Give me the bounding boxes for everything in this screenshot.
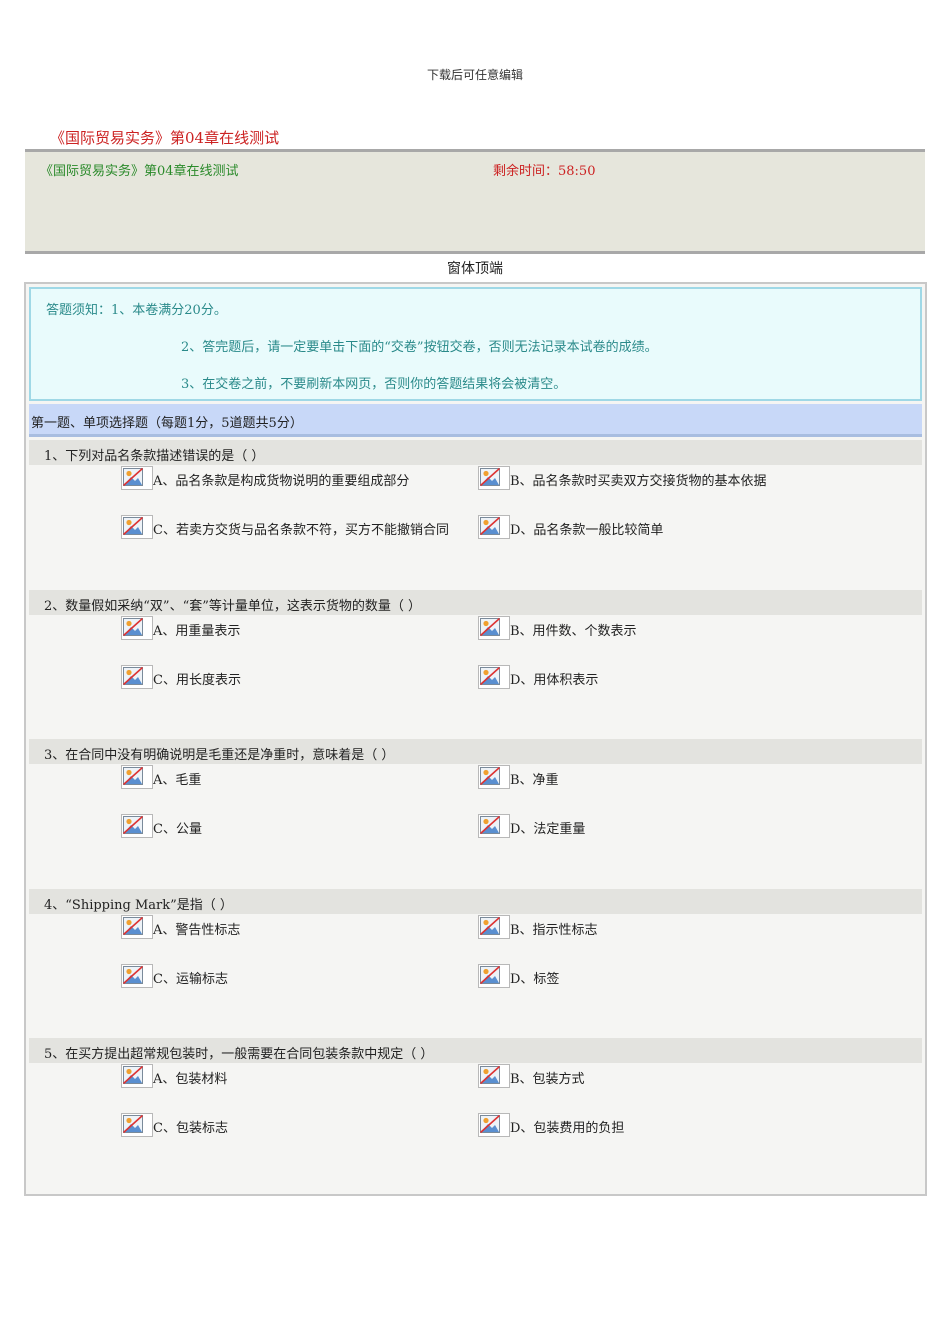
option-d[interactable]: D、标签 — [478, 963, 560, 988]
question-5: 5、在买方提出超常规包装时，一般需要在合同包装条款中规定（ ） A、包装材料 B、包… — [29, 1038, 922, 1187]
option-label: A、警告性标志 — [153, 922, 241, 938]
broken-image-icon[interactable] — [478, 664, 510, 689]
broken-image-icon[interactable] — [478, 963, 510, 988]
option-label: A、用重量表示 — [153, 623, 241, 639]
instructions-panel: 答题须知：1、本卷满分20分。 2、答完题后，请一定要单击下面的“交卷”按钮交卷… — [29, 287, 922, 401]
doc-title: 《国际贸易实务》第04章在线测试 — [50, 129, 280, 147]
broken-image-icon[interactable] — [121, 1113, 153, 1137]
instruction-line: 答题须知：1、本卷满分20分。 — [46, 303, 227, 318]
remaining-time: 剩余时间：58:50 — [493, 164, 596, 179]
option-label: C、运输标志 — [153, 971, 228, 987]
broken-image-icon[interactable] — [478, 466, 510, 490]
broken-image-icon[interactable] — [121, 1064, 153, 1088]
option-c[interactable]: C、运输标志 — [121, 963, 228, 988]
broken-image-icon[interactable] — [478, 765, 510, 789]
broken-image-icon[interactable] — [478, 914, 510, 939]
broken-image-icon[interactable] — [121, 914, 153, 939]
option-label: A、品名条款是构成货物说明的重要组成部分 — [153, 474, 410, 489]
option-label: D、品名条款一般比较简单 — [510, 523, 664, 538]
question-1: 1、下列对品名条款描述错误的是（ ） A、品名条款是构成货物说明的重要组成部分 B、… — [29, 440, 922, 589]
option-a[interactable]: A、用重量表示 — [121, 615, 241, 640]
broken-image-icon[interactable] — [121, 515, 153, 539]
option-label: C、用长度表示 — [153, 672, 241, 688]
option-label: A、包装材料 — [153, 1072, 228, 1087]
question-header: 3、在合同中没有明确说明是毛重还是净重时，意味着是（ ） — [29, 739, 922, 764]
header-note: 下载后可任意编辑 — [426, 68, 523, 82]
question-header: 4、“Shipping Mark”是指（ ） — [29, 888, 922, 914]
option-label: C、公量 — [153, 822, 202, 837]
option-a[interactable]: A、包装材料 — [121, 1064, 227, 1088]
option-label: B、净重 — [510, 773, 559, 788]
question-2: 2、数量假如采纳“双”、“套”等计量单位，这表示货物的数量（ ） A、用重量表示 B… — [29, 589, 922, 739]
question-3: 3、在合同中没有明确说明是毛重还是净重时，意味着是（ ） A、毛重 B、净重 C、公量… — [29, 739, 922, 888]
broken-image-icon[interactable] — [121, 765, 153, 789]
broken-image-icon[interactable] — [478, 1113, 510, 1137]
option-label: B、包装方式 — [510, 1072, 585, 1087]
option-b[interactable]: B、包装方式 — [478, 1064, 585, 1088]
option-b[interactable]: B、用件数、个数表示 — [478, 615, 637, 640]
broken-image-icon[interactable] — [121, 664, 153, 689]
broken-image-icon[interactable] — [121, 466, 153, 490]
broken-image-icon[interactable] — [121, 615, 153, 640]
option-label: A、毛重 — [153, 773, 202, 788]
option-label: D、包装费用的负担 — [510, 1121, 625, 1136]
broken-image-icon[interactable] — [121, 814, 153, 838]
option-b[interactable]: B、指示性标志 — [478, 914, 598, 939]
form-top-label: 窗体顶端 — [447, 261, 503, 277]
option-c[interactable]: C、用长度表示 — [121, 664, 241, 689]
question-text: 2、数量假如采纳“双”、“套”等计量单位，这表示货物的数量（ ） — [44, 598, 421, 614]
question-4: 4、“Shipping Mark”是指（ ） A、警告性标志 B、指示性标志 C、运输… — [29, 888, 922, 1038]
question-text: 3、在合同中没有明确说明是毛重还是净重时，意味着是（ ） — [44, 748, 395, 763]
question-text: 5、在买方提出超常规包装时，一般需要在合同包装条款中规定（ ） — [44, 1047, 434, 1062]
question-header: 2、数量假如采纳“双”、“套”等计量单位，这表示货物的数量（ ） — [29, 589, 922, 615]
broken-image-icon[interactable] — [478, 615, 510, 640]
option-d[interactable]: D、法定重量 — [478, 814, 585, 838]
option-label: C、包装标志 — [153, 1121, 228, 1136]
instruction-line: 2、答完题后，请一定要单击下面的“交卷”按钮交卷，否则无法记录本试卷的成绩。 — [181, 340, 658, 355]
option-a[interactable]: A、品名条款是构成货物说明的重要组成部分 — [121, 466, 409, 490]
test-title: 《国际贸易实务》第04章在线测试 — [40, 164, 239, 179]
option-c[interactable]: C、公量 — [121, 814, 202, 838]
broken-image-icon[interactable] — [478, 515, 510, 539]
option-a[interactable]: A、毛重 — [121, 765, 201, 789]
question-header: 5、在买方提出超常规包装时，一般需要在合同包装条款中规定（ ） — [29, 1038, 922, 1063]
instruction-line: 3、在交卷之前，不要刷新本网页，否则你的答题结果将会被清空。 — [181, 377, 567, 392]
option-c[interactable]: C、包装标志 — [121, 1113, 228, 1137]
option-b[interactable]: B、品名条款时买卖双方交接货物的基本依据 — [478, 466, 767, 490]
question-text: 4、“Shipping Mark”是指（ ） — [44, 897, 233, 913]
broken-image-icon[interactable] — [478, 1064, 510, 1088]
broken-image-icon[interactable] — [121, 963, 153, 988]
option-a[interactable]: A、警告性标志 — [121, 914, 241, 939]
option-label: B、品名条款时买卖双方交接货物的基本依据 — [510, 474, 767, 489]
question-text: 1、下列对品名条款描述错误的是（ ） — [44, 449, 265, 464]
option-label: D、法定重量 — [510, 822, 586, 837]
section-header: 第一题、单项选择题（每题1分，5道题共5分） — [29, 404, 922, 437]
option-label: D、标签 — [510, 971, 560, 987]
option-d[interactable]: D、用体积表示 — [478, 664, 599, 689]
option-label: B、用件数、个数表示 — [510, 623, 637, 639]
option-label: D、用体积表示 — [510, 672, 599, 688]
section-label: 第一题、单项选择题（每题1分，5道题共5分） — [31, 416, 303, 431]
option-label: B、指示性标志 — [510, 922, 598, 938]
broken-image-icon[interactable] — [478, 814, 510, 838]
quiz-form: 答题须知：1、本卷满分20分。 2、答完题后，请一定要单击下面的“交卷”按钮交卷… — [24, 282, 927, 1196]
option-label: C、若卖方交货与品名条款不符，买方不能撤销合同 — [153, 523, 449, 538]
option-d[interactable]: D、包装费用的负担 — [478, 1113, 624, 1137]
option-d[interactable]: D、品名条款一般比较简单 — [478, 515, 663, 539]
question-header: 1、下列对品名条款描述错误的是（ ） — [29, 440, 922, 465]
status-box: 《国际贸易实务》第04章在线测试 剩余时间：58:50 — [25, 149, 925, 254]
option-b[interactable]: B、净重 — [478, 765, 559, 789]
option-c[interactable]: C、若卖方交货与品名条款不符，买方不能撤销合同 — [121, 515, 449, 539]
